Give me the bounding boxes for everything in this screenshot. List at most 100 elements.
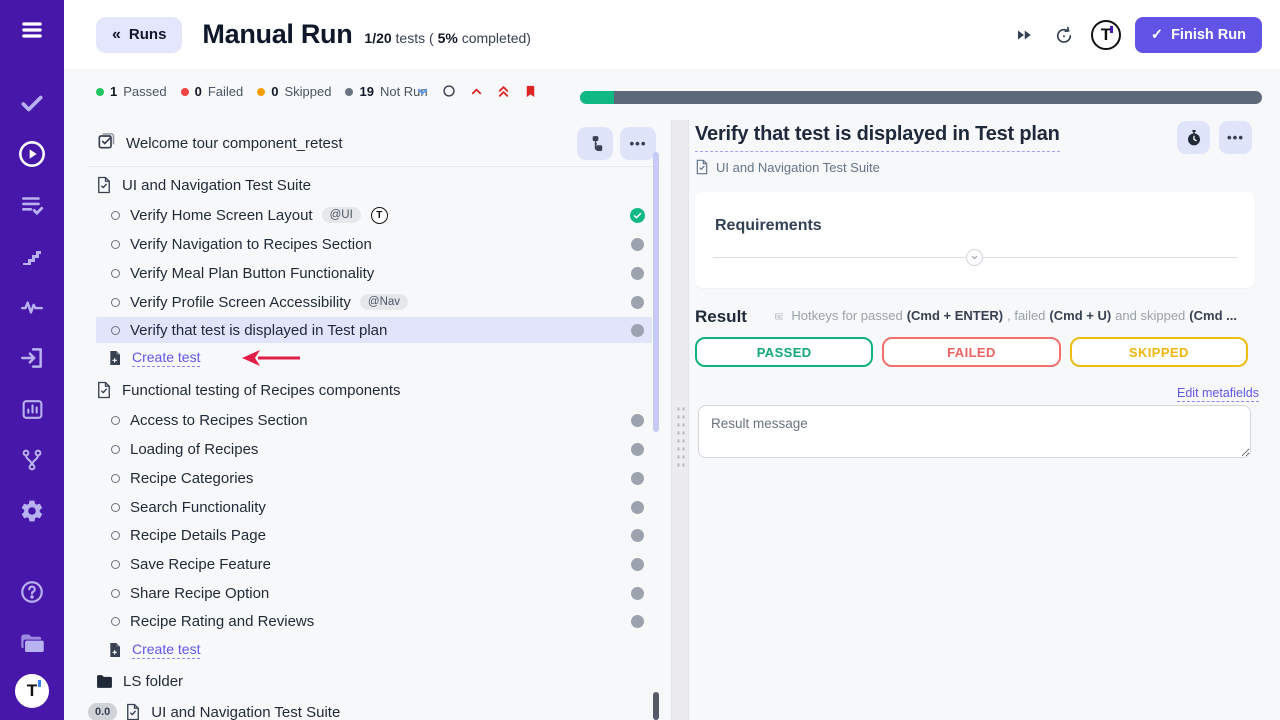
tree-scrollbar-thumb[interactable] — [653, 152, 659, 432]
test-row[interactable]: Recipe Rating and Reviews — [96, 608, 652, 634]
skipped-button[interactable]: SKIPPED — [1070, 337, 1248, 367]
retry-timer-icon[interactable] — [1051, 22, 1077, 48]
test-bullet-icon — [111, 416, 120, 425]
back-to-runs-button[interactable]: « Runs — [96, 17, 182, 53]
status-notrun-dot — [631, 414, 644, 427]
status-notrun-dot — [631, 267, 644, 280]
passed-count: 1Passed — [96, 84, 167, 99]
automated-test-logo-icon: T — [371, 207, 388, 224]
test-row[interactable]: Verify Navigation to Recipes Section — [96, 231, 652, 257]
priority-high-chevron-up-icon[interactable] — [467, 82, 485, 100]
header-testomat-logo[interactable]: T — [1091, 20, 1121, 50]
finish-run-button[interactable]: ✓ Finish Run — [1135, 17, 1262, 53]
tag-badge[interactable]: @UI — [322, 207, 361, 223]
status-notrun-dot — [631, 443, 644, 456]
status-notrun-dot — [631, 501, 644, 514]
double-chevron-left-icon: « — [112, 26, 121, 44]
tag-badge[interactable]: @Nav — [360, 294, 408, 310]
tree-scrollbar-thumb-bottom[interactable] — [653, 692, 659, 720]
testomat-logo[interactable]: T — [15, 674, 49, 708]
priority-normal-circle-icon[interactable] — [440, 82, 458, 100]
status-bar: 1Passed 0Failed 0Skipped 19Not Run — [64, 70, 1280, 120]
status-passed-icon — [630, 208, 645, 223]
projects-folder-icon[interactable] — [12, 623, 52, 663]
test-plans-icon[interactable] — [12, 185, 52, 225]
skipped-dot-icon — [257, 88, 265, 96]
status-notrun-dot — [631, 472, 644, 485]
status-notrun-dot — [631, 324, 644, 337]
test-row-selected[interactable]: Verify that test is displayed in Test pl… — [96, 317, 652, 343]
failed-dot-icon — [181, 88, 189, 96]
tests-check-icon[interactable] — [12, 83, 52, 123]
suite-row[interactable]: UI and Navigation Test Suite — [96, 172, 652, 198]
settings-gear-icon[interactable] — [12, 491, 52, 531]
priority-critical-chevrons-up-icon[interactable] — [494, 82, 512, 100]
test-bullet-icon — [111, 211, 120, 220]
reports-chart-icon[interactable] — [12, 389, 52, 429]
test-row[interactable]: Verify Home Screen Layout @UI T — [96, 202, 652, 228]
create-test-doc-icon — [108, 350, 122, 366]
test-row[interactable]: Share Recipe Option — [96, 580, 652, 606]
requirements-title: Requirements — [715, 217, 822, 235]
percent-complete: 5% — [438, 30, 458, 46]
detail-suite-breadcrumb[interactable]: UI and Navigation Test Suite — [695, 159, 880, 175]
test-row[interactable]: Loading of Recipes — [96, 436, 652, 462]
status-notrun-dot — [631, 615, 644, 628]
create-test-link[interactable]: Create test — [132, 641, 200, 659]
status-notrun-dot — [631, 296, 644, 309]
run-title: Manual Run — [202, 19, 352, 50]
test-bullet-icon — [111, 560, 120, 569]
test-row[interactable]: Search Functionality — [96, 494, 652, 520]
branch-icon[interactable] — [12, 440, 52, 480]
runs-play-icon[interactable] — [12, 134, 52, 174]
create-test-link[interactable]: Create test — [132, 349, 200, 367]
check-icon: ✓ — [1151, 27, 1163, 43]
test-row[interactable]: Save Recipe Feature — [96, 551, 652, 577]
suite-row-partial[interactable]: 0.0 UI and Navigation Test Suite — [96, 699, 652, 720]
count-badge: 0.0 — [88, 703, 117, 720]
menu-icon[interactable] — [12, 10, 52, 50]
result-message-input[interactable] — [698, 405, 1251, 458]
folder-row[interactable]: LS folder — [96, 668, 652, 694]
timer-button[interactable] — [1177, 121, 1210, 154]
test-bullet-icon — [111, 503, 120, 512]
edit-metafields-link[interactable]: Edit metafields — [1177, 386, 1259, 402]
test-detail-title[interactable]: Verify that test is displayed in Test pl… — [695, 123, 1060, 152]
test-tree: UI and Navigation Test Suite Verify Home… — [96, 120, 652, 720]
test-row[interactable]: Verify Meal Plan Button Functionality — [96, 260, 652, 286]
requirements-expand-toggle[interactable] — [966, 249, 983, 266]
fast-forward-icon[interactable] — [1011, 22, 1037, 48]
priority-blocker-bookmark-icon[interactable] — [521, 82, 539, 100]
help-icon[interactable] — [12, 572, 52, 612]
failed-button[interactable]: FAILED — [882, 337, 1060, 367]
test-row[interactable]: Recipe Categories — [96, 465, 652, 491]
notrun-dot-icon — [345, 88, 353, 96]
test-row[interactable]: Access to Recipes Section — [96, 407, 652, 433]
back-to-runs-label: Runs — [129, 26, 167, 43]
passed-button[interactable]: PASSED — [695, 337, 873, 367]
test-bullet-icon — [111, 269, 120, 278]
panel-splitter[interactable] — [671, 120, 689, 720]
suite-doc-icon — [695, 159, 709, 175]
test-bullet-icon — [111, 326, 120, 335]
test-row[interactable]: Recipe Details Page — [96, 522, 652, 548]
suite-row[interactable]: Functional testing of Recipes components — [96, 377, 652, 403]
keyboard-icon — [775, 310, 783, 323]
create-test-row[interactable]: Create test — [96, 637, 652, 663]
finish-run-label: Finish Run — [1171, 27, 1246, 43]
steps-icon[interactable] — [12, 236, 52, 276]
tests-count: 1/20 — [364, 30, 391, 46]
passed-dot-icon — [96, 88, 104, 96]
status-notrun-dot — [631, 238, 644, 251]
test-row[interactable]: Verify Profile Screen Accessibility @Nav — [96, 289, 652, 315]
import-icon[interactable] — [12, 338, 52, 378]
detail-more-button[interactable]: ••• — [1219, 121, 1252, 154]
hotkeys-hint: Hotkeys for passed (Cmd + ENTER) , faile… — [775, 308, 1237, 323]
status-notrun-dot — [631, 529, 644, 542]
run-progress-bar — [580, 91, 1262, 104]
create-test-row[interactable]: Create test — [96, 345, 652, 371]
status-notrun-dot — [631, 558, 644, 571]
priority-low-chevron-down-icon[interactable] — [413, 82, 431, 100]
pulse-icon[interactable] — [12, 287, 52, 327]
test-bullet-icon — [111, 474, 120, 483]
